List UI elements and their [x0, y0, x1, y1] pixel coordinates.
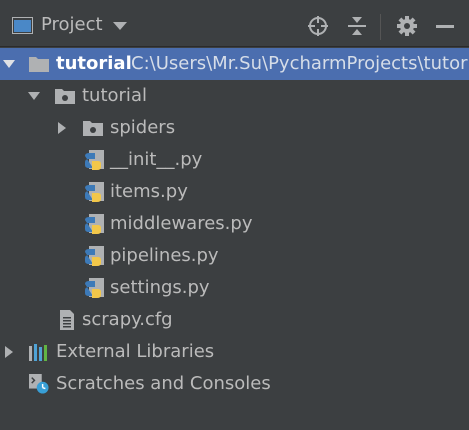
spiders-label: spiders — [110, 117, 176, 138]
folder-icon — [29, 57, 49, 72]
collapse-all-button[interactable] — [345, 14, 369, 38]
tree-row-spiders[interactable]: spiders — [0, 112, 469, 144]
scratches-icon — [29, 374, 49, 394]
project-window-icon — [12, 17, 33, 34]
collapse-all-icon — [348, 17, 366, 35]
minimize-icon — [436, 25, 454, 28]
project-view-title[interactable]: Project — [41, 14, 103, 36]
chevron-down-icon[interactable] — [3, 58, 15, 70]
tree-row-file[interactable]: middlewares.py — [0, 208, 469, 240]
settings-button[interactable] — [395, 14, 419, 38]
external-libraries-label: External Libraries — [56, 341, 215, 362]
chevron-down-icon[interactable] — [113, 22, 127, 31]
python-file-icon — [85, 214, 104, 234]
project-toolbar: Project — [0, 0, 469, 47]
tree-row-external-libraries[interactable]: External Libraries — [0, 336, 469, 368]
tree-row-root[interactable]: tutorial C:\Users\Mr.Su\PycharmProjects\… — [0, 48, 469, 80]
library-icon — [29, 344, 47, 361]
file-label: pipelines.py — [110, 245, 219, 266]
project-tool-window: Project tutorial C:\Users\Mr.Su\PycharmP… — [0, 0, 469, 430]
tree-row-file[interactable]: __init__.py — [0, 144, 469, 176]
chevron-right-icon[interactable] — [56, 122, 68, 134]
python-file-icon — [85, 150, 104, 170]
file-label: __init__.py — [110, 149, 203, 170]
toolbar-separator — [380, 14, 381, 40]
scratches-label: Scratches and Consoles — [56, 373, 271, 394]
package-folder-icon — [83, 121, 103, 136]
chevron-down-icon[interactable] — [28, 90, 40, 102]
crosshair-icon — [308, 16, 328, 36]
gear-icon — [397, 16, 417, 36]
package-folder-icon — [55, 89, 75, 104]
tree-row-scratches[interactable]: Scratches and Consoles — [0, 368, 469, 400]
tree-row-cfg[interactable]: scrapy.cfg — [0, 304, 469, 336]
tree-row-file[interactable]: settings.py — [0, 272, 469, 304]
root-folder-path: C:\Users\Mr.Su\PycharmProjects\tutorial — [131, 53, 469, 74]
hide-button[interactable] — [433, 14, 457, 38]
python-file-icon — [85, 246, 104, 266]
file-label: settings.py — [110, 277, 210, 298]
tree-row-file[interactable]: pipelines.py — [0, 240, 469, 272]
python-file-icon — [85, 278, 104, 298]
locate-file-button[interactable] — [306, 14, 330, 38]
file-label: items.py — [110, 181, 188, 202]
tree-row-package[interactable]: tutorial — [0, 80, 469, 112]
root-folder-label: tutorial — [56, 53, 132, 74]
package-label: tutorial — [82, 85, 147, 106]
tree-row-file[interactable]: items.py — [0, 176, 469, 208]
python-file-icon — [85, 182, 104, 202]
file-label: middlewares.py — [110, 213, 253, 234]
text-file-icon — [60, 310, 74, 330]
chevron-right-icon[interactable] — [3, 346, 15, 358]
cfg-label: scrapy.cfg — [82, 309, 173, 330]
